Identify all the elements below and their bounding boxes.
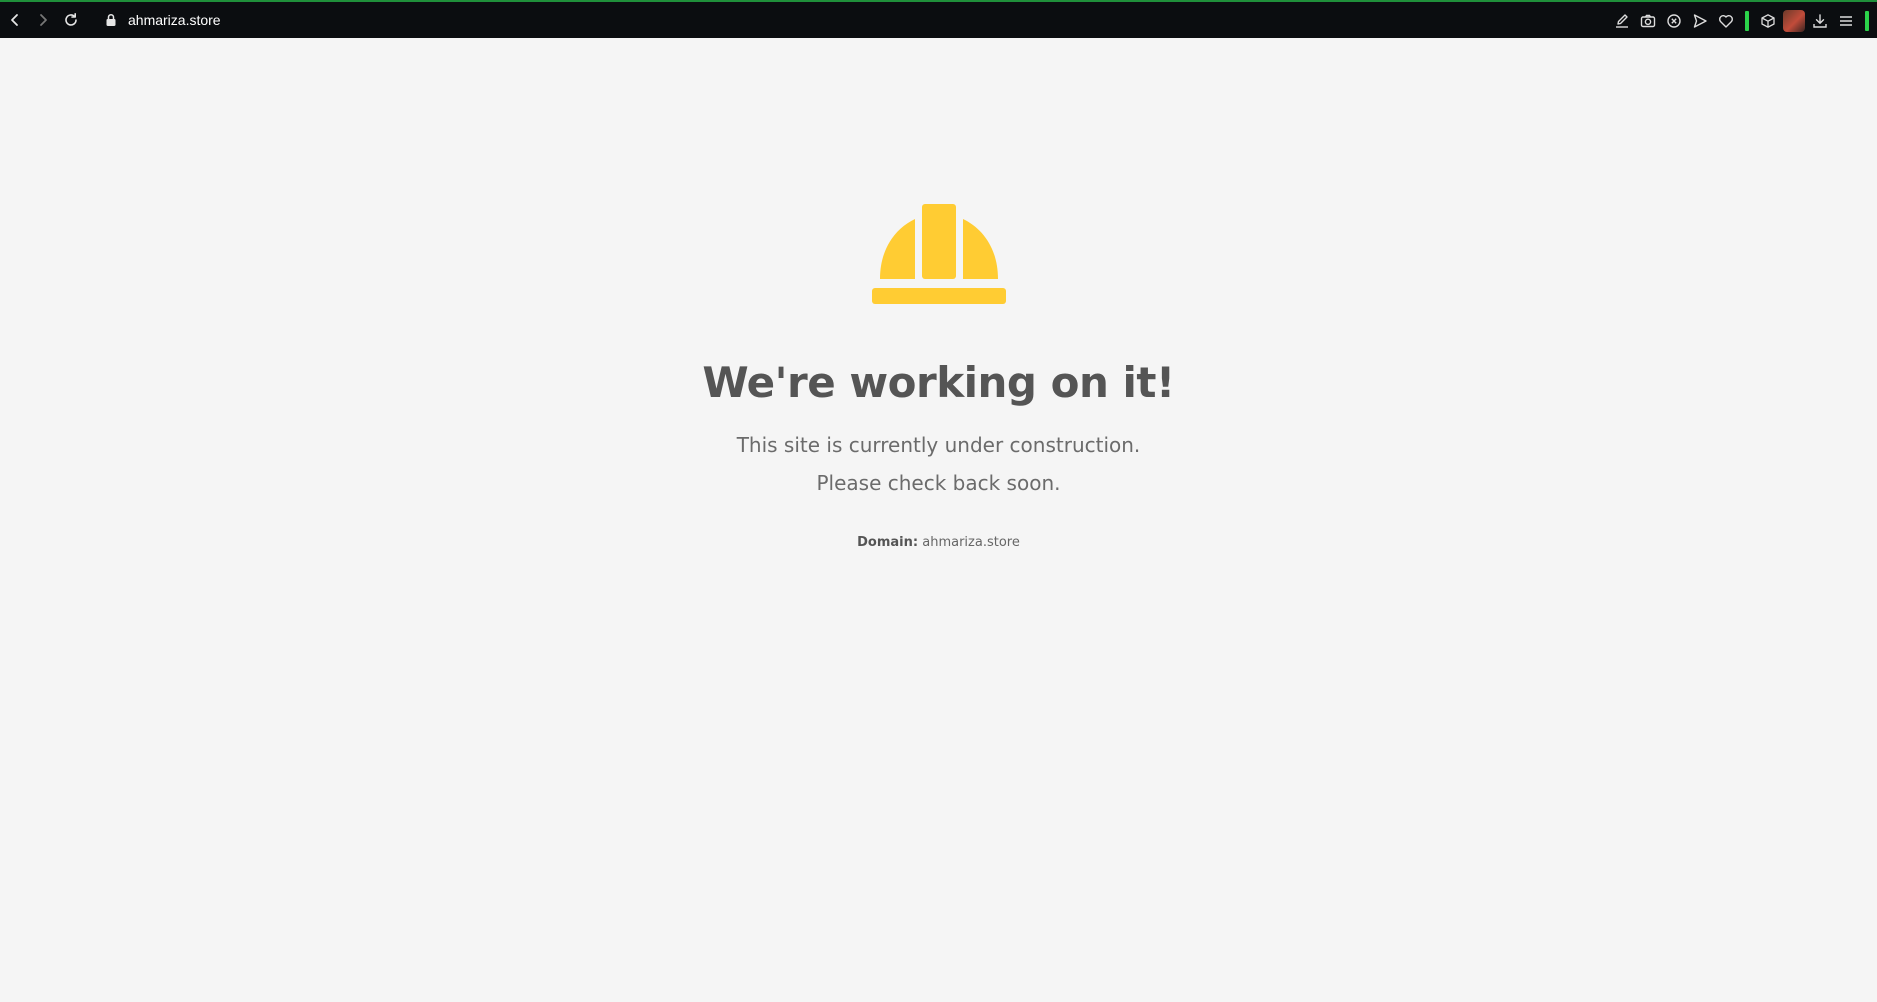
download-button[interactable] bbox=[1807, 8, 1833, 34]
reload-button[interactable] bbox=[58, 7, 84, 33]
domain-info: Domain: ahmariza.store bbox=[0, 535, 1877, 550]
hard-hat-crest bbox=[921, 204, 956, 279]
edit-button[interactable] bbox=[1609, 8, 1635, 34]
address-bar[interactable]: ahmariza.store bbox=[104, 6, 221, 34]
construction-notice: We're working on it! This site is curren… bbox=[0, 204, 1877, 550]
heart-icon bbox=[1719, 15, 1733, 28]
block-button[interactable] bbox=[1661, 8, 1687, 34]
avatar[interactable] bbox=[1783, 10, 1805, 32]
toolbar-icons bbox=[1609, 2, 1869, 40]
page-body: We're working on it! This site is curren… bbox=[0, 38, 1877, 1002]
extensions-button[interactable] bbox=[1755, 8, 1781, 34]
download-icon bbox=[1813, 14, 1827, 28]
camera-icon bbox=[1640, 14, 1656, 28]
favorite-button[interactable] bbox=[1713, 8, 1739, 34]
domain-label: Domain: bbox=[857, 535, 919, 550]
url-text: ahmariza.store bbox=[128, 12, 221, 28]
cube-icon bbox=[1761, 14, 1775, 28]
construction-message: This site is currently under constructio… bbox=[736, 433, 1141, 457]
screenshot-button[interactable] bbox=[1635, 8, 1661, 34]
send-button[interactable] bbox=[1687, 8, 1713, 34]
forward-button[interactable] bbox=[30, 7, 56, 33]
sidebar-indicator bbox=[1865, 11, 1869, 31]
check-back-message: Please check back soon. bbox=[816, 471, 1061, 495]
close-circle-icon bbox=[1667, 14, 1681, 28]
send-icon bbox=[1693, 14, 1707, 28]
domain-value: ahmariza.store bbox=[922, 535, 1020, 550]
hard-hat-icon bbox=[871, 204, 1006, 304]
status-indicator bbox=[1745, 11, 1749, 31]
reload-icon bbox=[65, 13, 77, 26]
back-button[interactable] bbox=[2, 7, 28, 33]
edit-icon bbox=[1616, 14, 1628, 28]
menu-icon bbox=[1840, 16, 1852, 26]
browser-toolbar: ahmariza.store bbox=[0, 0, 1877, 38]
back-arrow-icon bbox=[11, 14, 18, 26]
page-title: We're working on it! bbox=[702, 358, 1175, 407]
menu-button[interactable] bbox=[1833, 8, 1859, 34]
forward-arrow-icon bbox=[40, 14, 47, 26]
hard-hat-brim bbox=[871, 288, 1006, 304]
lock-icon bbox=[106, 13, 116, 26]
